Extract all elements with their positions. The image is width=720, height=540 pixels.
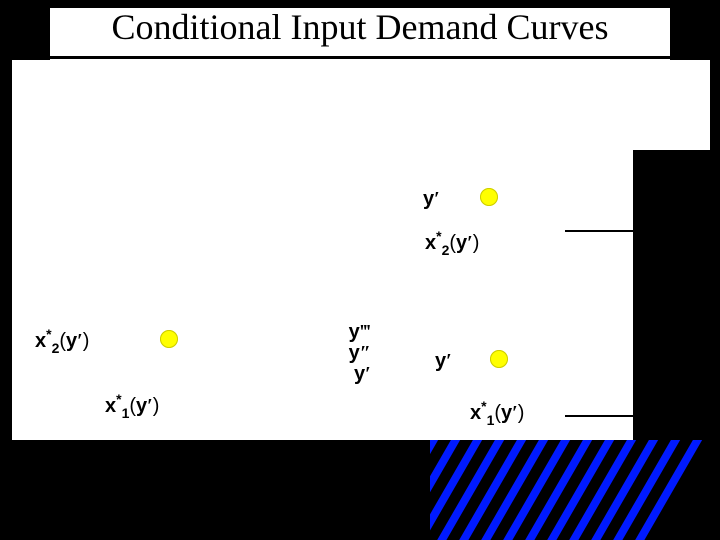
slide: Conditional Input Demand Curves y′ x*2(y…: [0, 0, 720, 540]
label-x2-yprime-right: x*2(y′): [425, 232, 479, 255]
title-underline: [50, 56, 670, 59]
diagonal-stripes: [430, 440, 720, 540]
axis-arrow-top-right: [565, 230, 715, 232]
label-y-stack: y‴ y″ y′: [340, 322, 371, 385]
dot-top-right: [480, 188, 498, 206]
label-y-prime-bottom: y′: [435, 350, 452, 373]
label-x1-yprime-right: x*1(y′): [470, 402, 524, 425]
slide-title: Conditional Input Demand Curves: [50, 8, 670, 60]
dot-left: [160, 330, 178, 348]
panel-left: [12, 292, 338, 440]
label-y-prime-top: y′: [423, 188, 440, 211]
panel-top: [12, 60, 710, 150]
label-x1-yprime-left: x*1(y′): [105, 395, 159, 418]
label-x2-yprime-left: x*2(y′): [35, 330, 89, 353]
dot-bottom-right: [490, 350, 508, 368]
axis-arrow-bottom-right: [565, 415, 715, 417]
